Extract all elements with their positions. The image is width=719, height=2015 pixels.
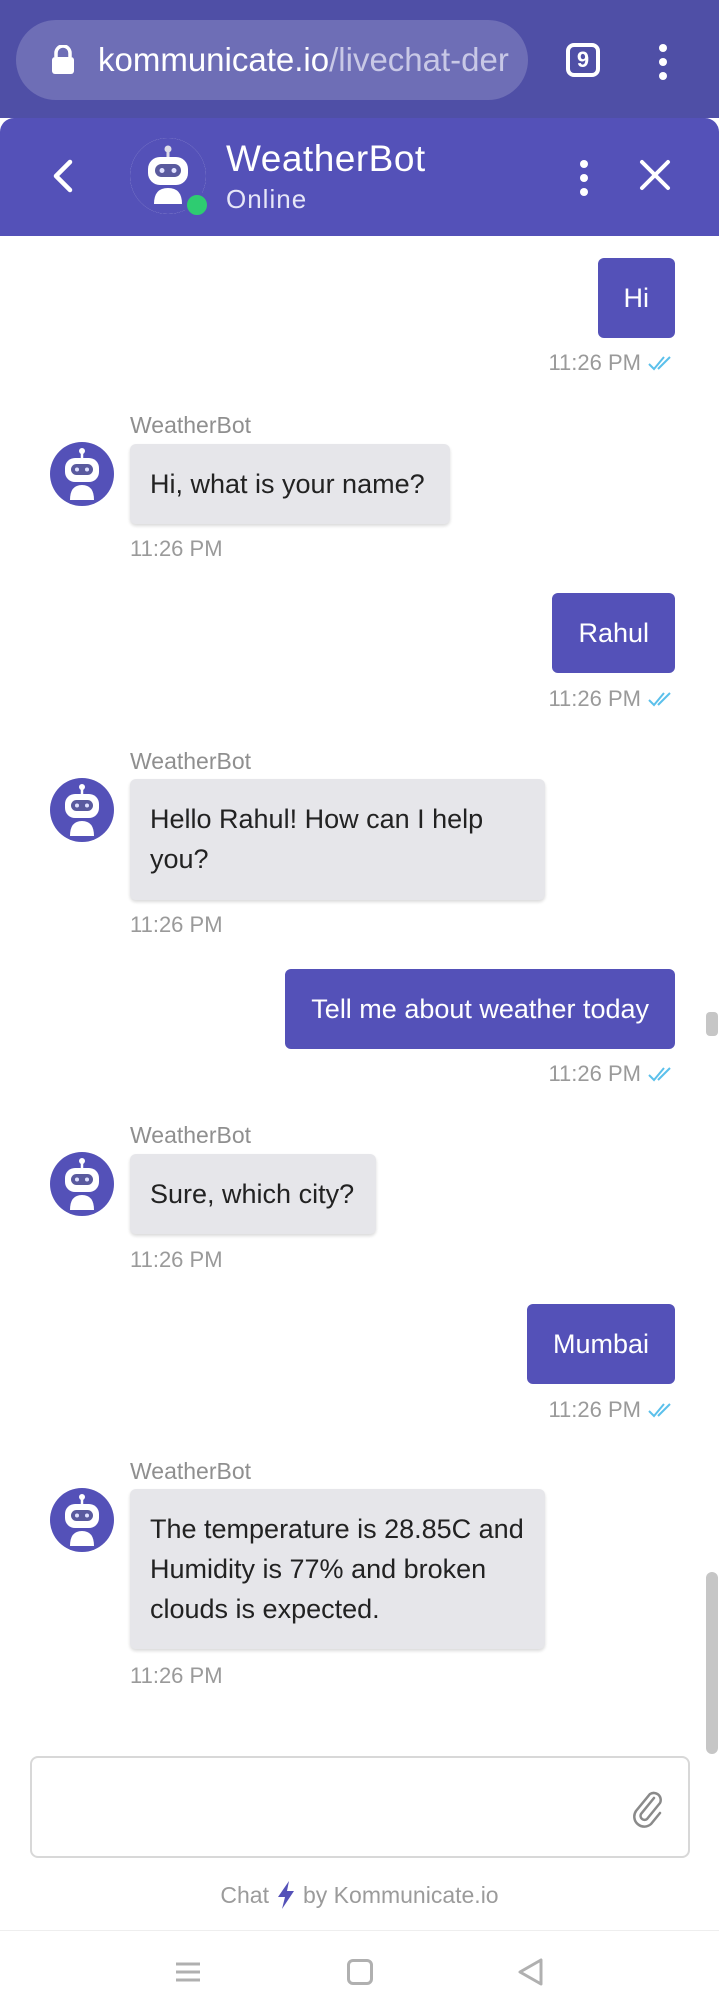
bot-message: Sure, which city?	[130, 1154, 376, 1234]
robot-icon	[50, 778, 114, 842]
powered-by-prefix: Chat	[220, 1881, 269, 1908]
timestamp: 11:26 PM	[548, 686, 641, 711]
recent-apps-icon[interactable]	[174, 1961, 202, 1983]
bot-message: Hi, what is your name?	[130, 444, 450, 524]
timestamp: 11:26 PM	[130, 1663, 223, 1688]
robot-icon	[50, 1152, 114, 1216]
tab-switcher-button[interactable]: 9	[566, 43, 600, 77]
message-time: 11:26 PM	[548, 686, 677, 712]
timestamp: 11:26 PM	[548, 1397, 641, 1422]
read-receipt-icon	[648, 692, 671, 707]
powered-by-suffix: by Kommunicate.io	[303, 1881, 499, 1908]
lock-icon	[52, 45, 74, 74]
close-icon[interactable]	[638, 158, 672, 192]
lightning-icon	[278, 1881, 294, 1909]
read-receipt-icon	[648, 1403, 671, 1418]
sender-name: WeatherBot	[130, 1122, 252, 1148]
user-message: Hi	[597, 258, 675, 338]
read-receipt-icon	[648, 356, 671, 371]
scrollbar-marker[interactable]	[706, 1012, 718, 1036]
address-bar[interactable]: kommunicate.io/livechat-der	[16, 20, 528, 100]
read-receipt-icon	[648, 1067, 671, 1082]
browser-toolbar: kommunicate.io/livechat-der 9	[0, 0, 719, 118]
sender-name: WeatherBot	[130, 1458, 252, 1484]
chat-options-icon[interactable]	[580, 160, 588, 196]
user-message: Rahul	[552, 593, 675, 673]
message-time: 11:26 PM	[548, 1397, 677, 1423]
robot-icon	[50, 442, 114, 506]
timestamp: 11:26 PM	[130, 912, 223, 937]
chat-title: WeatherBot	[226, 138, 426, 179]
timestamp: 11:26 PM	[130, 1247, 223, 1272]
back-arrow-icon[interactable]	[50, 158, 76, 194]
timestamp: 11:26 PM	[548, 1061, 641, 1086]
system-nav-bar	[0, 1930, 719, 2015]
online-status-dot	[184, 192, 210, 218]
back-triangle-icon[interactable]	[516, 1957, 544, 1987]
powered-by[interactable]: Chat by Kommunicate.io	[0, 1880, 719, 1910]
browser-menu-icon[interactable]	[659, 44, 667, 80]
message-time: 11:26 PM	[548, 1061, 677, 1087]
sender-name: WeatherBot	[130, 748, 252, 774]
user-message: Tell me about weather today	[285, 969, 675, 1049]
url-path: /livechat-der	[329, 41, 509, 78]
timestamp: 11:26 PM	[130, 536, 223, 561]
robot-icon	[50, 1488, 114, 1552]
chat-status: Online	[226, 184, 308, 214]
paperclip-icon[interactable]	[630, 1788, 666, 1828]
bot-message: The temperature is 28.85C and Humidity i…	[130, 1489, 545, 1649]
message-input[interactable]	[30, 1756, 690, 1858]
bot-avatar	[130, 138, 210, 218]
user-message: Mumbai	[526, 1304, 675, 1384]
bot-message: Hello Rahul! How can I help you?	[130, 779, 545, 900]
message-time: 11:26 PM	[548, 350, 677, 376]
home-icon[interactable]	[347, 1959, 373, 1985]
scrollbar-thumb[interactable]	[706, 1572, 718, 1754]
chat-header: WeatherBot Online	[0, 118, 719, 236]
timestamp: 11:26 PM	[548, 350, 641, 375]
sender-name: WeatherBot	[130, 412, 252, 438]
url-host: kommunicate.io	[98, 41, 330, 78]
